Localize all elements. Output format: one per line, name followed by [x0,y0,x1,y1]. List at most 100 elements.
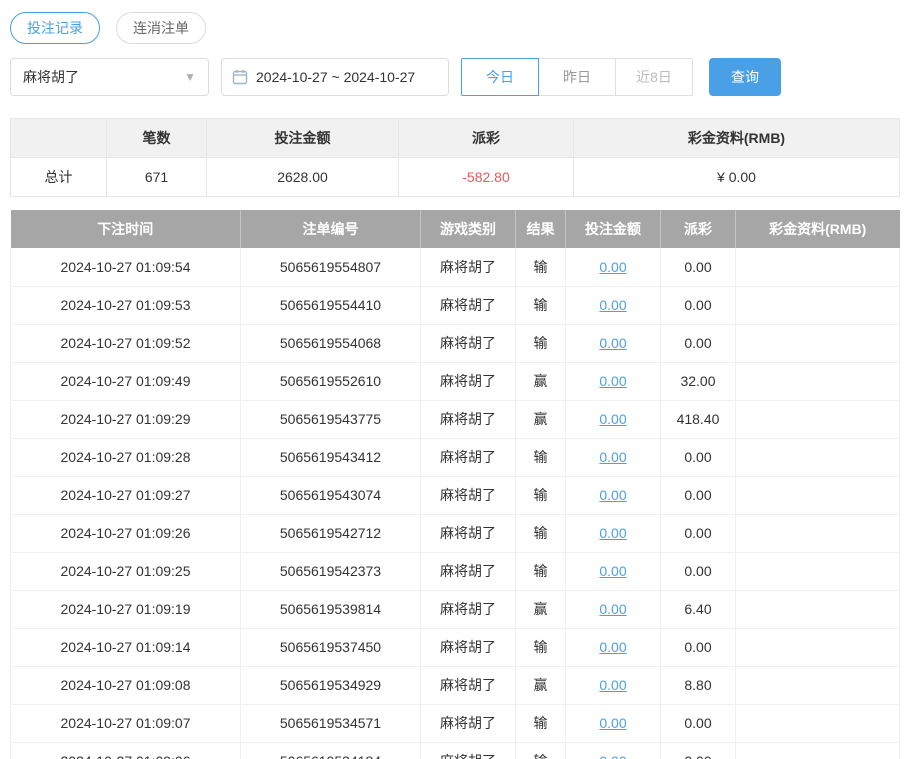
bet-time-cell: 2024-10-27 01:09:52 [11,324,241,362]
result-cell: 输 [516,248,566,286]
header-order-number: 注单编号 [241,210,421,248]
payout-cell: 8.80 [661,666,736,704]
result-cell: 输 [516,438,566,476]
bet-time-cell: 2024-10-27 01:09:25 [11,552,241,590]
result-cell: 输 [516,286,566,324]
summary-total-jackpot: ¥ 0.00 [574,158,900,197]
bet-amount-cell: 0.00 [566,552,661,590]
result-cell: 输 [516,324,566,362]
payout-cell: 0.00 [661,324,736,362]
bet-amount-link[interactable]: 0.00 [599,715,626,731]
jackpot-cell [736,590,900,628]
jackpot-cell [736,400,900,438]
bet-time-cell: 2024-10-27 01:09:14 [11,628,241,666]
order-number-cell: 5065619554410 [241,286,421,324]
bet-amount-cell: 0.00 [566,590,661,628]
table-row: 2024-10-27 01:09:295065619543775麻将胡了赢0.0… [11,400,900,438]
date-range-value: 2024-10-27 ~ 2024-10-27 [256,69,415,85]
bet-amount-cell: 0.00 [566,628,661,666]
bet-amount-cell: 0.00 [566,438,661,476]
summary-header-payout: 派彩 [399,119,574,158]
bet-amount-cell: 0.00 [566,742,661,759]
tab-betting-records[interactable]: 投注记录 [10,12,100,44]
tabs-row: 投注记录 连消注单 [10,12,900,44]
bet-amount-link[interactable]: 0.00 [599,335,626,351]
game-type-cell: 麻将胡了 [421,742,516,759]
payout-cell: 0.00 [661,742,736,759]
result-cell: 赢 [516,400,566,438]
result-cell: 输 [516,552,566,590]
table-row: 2024-10-27 01:09:085065619534929麻将胡了赢0.0… [11,666,900,704]
summary-header-count: 笔数 [107,119,207,158]
yesterday-button[interactable]: 昨日 [538,58,616,96]
tab-cancelled-orders[interactable]: 连消注单 [116,12,206,44]
header-bet-time: 下注时间 [11,210,241,248]
jackpot-cell [736,514,900,552]
summary-header-row: 笔数 投注金额 派彩 彩金资料(RMB) [11,119,900,158]
bet-amount-link[interactable]: 0.00 [599,411,626,427]
jackpot-cell [736,324,900,362]
result-cell: 输 [516,742,566,759]
bet-amount-cell: 0.00 [566,324,661,362]
bet-amount-link[interactable]: 0.00 [599,487,626,503]
game-type-cell: 麻将胡了 [421,552,516,590]
result-cell: 输 [516,476,566,514]
order-number-cell: 5065619539814 [241,590,421,628]
summary-header-jackpot: 彩金资料(RMB) [574,119,900,158]
table-row: 2024-10-27 01:09:525065619554068麻将胡了输0.0… [11,324,900,362]
query-button[interactable]: 查询 [709,58,781,96]
payout-cell: 32.00 [661,362,736,400]
header-game-type: 游戏类别 [421,210,516,248]
bet-amount-link[interactable]: 0.00 [599,639,626,655]
game-type-cell: 麻将胡了 [421,666,516,704]
game-select[interactable]: 麻将胡了 ▼ [10,58,209,96]
date-range-input[interactable]: 2024-10-27 ~ 2024-10-27 [221,58,449,96]
bet-amount-link[interactable]: 0.00 [599,449,626,465]
summary-table: 笔数 投注金额 派彩 彩金资料(RMB) 总计 671 2628.00 -582… [10,118,900,197]
game-type-cell: 麻将胡了 [421,438,516,476]
table-row: 2024-10-27 01:09:065065619534184麻将胡了输0.0… [11,742,900,759]
bet-time-cell: 2024-10-27 01:09:53 [11,286,241,324]
bet-amount-cell: 0.00 [566,286,661,324]
table-row: 2024-10-27 01:09:195065619539814麻将胡了赢0.0… [11,590,900,628]
bet-amount-cell: 0.00 [566,362,661,400]
game-type-cell: 麻将胡了 [421,324,516,362]
jackpot-cell [736,704,900,742]
bet-time-cell: 2024-10-27 01:09:28 [11,438,241,476]
quick-date-button-group: 今日 昨日 近8日 [461,58,693,96]
payout-cell: 418.40 [661,400,736,438]
game-type-cell: 麻将胡了 [421,704,516,742]
bet-amount-link[interactable]: 0.00 [599,563,626,579]
table-row: 2024-10-27 01:09:265065619542712麻将胡了输0.0… [11,514,900,552]
game-type-cell: 麻将胡了 [421,514,516,552]
summary-total-row: 总计 671 2628.00 -582.80 ¥ 0.00 [11,158,900,197]
bet-amount-link[interactable]: 0.00 [599,373,626,389]
payout-cell: 0.00 [661,438,736,476]
bet-amount-link[interactable]: 0.00 [599,601,626,617]
order-number-cell: 5065619543074 [241,476,421,514]
header-bet-amount: 投注金额 [566,210,661,248]
bet-amount-link[interactable]: 0.00 [599,753,626,759]
last-8-days-button[interactable]: 近8日 [615,58,693,96]
bet-amount-link[interactable]: 0.00 [599,297,626,313]
bet-time-cell: 2024-10-27 01:09:54 [11,248,241,286]
payout-cell: 0.00 [661,286,736,324]
bet-amount-link[interactable]: 0.00 [599,677,626,693]
bet-amount-link[interactable]: 0.00 [599,525,626,541]
summary-total-label: 总计 [11,158,107,197]
betting-records-page: 投注记录 连消注单 麻将胡了 ▼ 2024-10-27 ~ 2024-10-27… [0,0,910,759]
game-type-cell: 麻将胡了 [421,400,516,438]
payout-cell: 0.00 [661,476,736,514]
order-number-cell: 5065619552610 [241,362,421,400]
bet-amount-link[interactable]: 0.00 [599,259,626,275]
payout-cell: 6.40 [661,590,736,628]
jackpot-cell [736,286,900,324]
summary-total-bet-amount: 2628.00 [207,158,399,197]
header-payout: 派彩 [661,210,736,248]
today-button[interactable]: 今日 [461,58,539,96]
order-number-cell: 5065619534184 [241,742,421,759]
bet-time-cell: 2024-10-27 01:09:49 [11,362,241,400]
jackpot-cell [736,628,900,666]
table-row: 2024-10-27 01:09:145065619537450麻将胡了输0.0… [11,628,900,666]
table-row: 2024-10-27 01:09:535065619554410麻将胡了输0.0… [11,286,900,324]
